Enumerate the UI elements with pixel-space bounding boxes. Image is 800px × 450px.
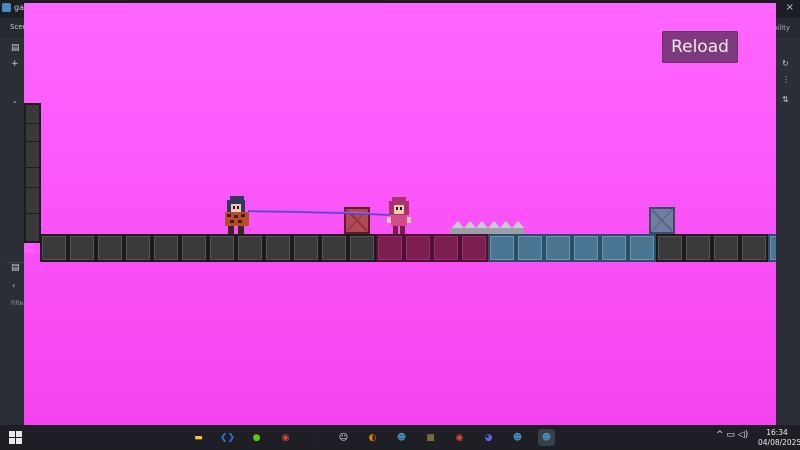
floor-tile-red bbox=[404, 234, 432, 262]
floor-tile-dark bbox=[292, 234, 320, 262]
player-character-pink bbox=[387, 197, 411, 234]
floor-tile-blue bbox=[628, 234, 656, 262]
floor-tiles bbox=[40, 234, 776, 262]
wall-notch bbox=[24, 243, 34, 253]
player-character-dark bbox=[225, 196, 249, 234]
taskbar-app-button[interactable]: ☺ bbox=[335, 429, 352, 446]
floor-tile-dark bbox=[208, 234, 236, 262]
right-dock: ↻ ⋮ ⇅ bbox=[776, 38, 800, 425]
godot-app-icon bbox=[2, 3, 11, 12]
floor-tile-blue bbox=[768, 234, 776, 262]
godot-alt-icon: ☻ bbox=[512, 432, 523, 443]
blue-crate bbox=[649, 207, 675, 234]
reload-button[interactable]: Reload bbox=[662, 31, 738, 63]
left-wall bbox=[24, 103, 41, 243]
duolingo-icon: ● bbox=[252, 432, 261, 443]
taskbar-app-button[interactable]: ● bbox=[248, 429, 265, 446]
app-face-icon: ☺ bbox=[338, 432, 349, 443]
floor-tile-dark bbox=[96, 234, 124, 262]
chevron-down-icon[interactable]: ⌄ bbox=[12, 98, 18, 105]
refresh-icon[interactable]: ↻ bbox=[782, 60, 789, 68]
file-explorer-icon: ▬ bbox=[194, 432, 203, 443]
floor-tile-dark bbox=[180, 234, 208, 262]
floor-tile-red bbox=[432, 234, 460, 262]
minecraft-icon: ■ bbox=[426, 432, 435, 443]
floor-tile-blue bbox=[516, 234, 544, 262]
taskbar-app-button[interactable]: ◉ bbox=[277, 429, 294, 446]
taskbar-app-button[interactable]: ◉ bbox=[451, 429, 468, 446]
floor-tile-red bbox=[376, 234, 404, 262]
floor-tile-red bbox=[460, 234, 488, 262]
godot-game-icon: ☻ bbox=[541, 432, 552, 443]
godot-icon: ☻ bbox=[396, 432, 407, 443]
filter-input[interactable]: Filte bbox=[11, 300, 23, 307]
clock-date[interactable]: 04/08/2025 bbox=[758, 438, 800, 447]
floor-tile-dark bbox=[236, 234, 264, 262]
floor-tile-dark bbox=[152, 234, 180, 262]
taskbar-app-button[interactable]: ◕ bbox=[480, 429, 497, 446]
chrome-icon: ◉ bbox=[281, 432, 290, 443]
system-tray[interactable]: ^ ▭ ◁) bbox=[716, 430, 748, 440]
floor-tile-dark bbox=[656, 234, 684, 262]
taskbar-app-button[interactable]: ☻ bbox=[538, 429, 555, 446]
folder-icon[interactable]: ▤ bbox=[11, 44, 20, 53]
taskbar-app-button[interactable]: ◎ bbox=[306, 429, 323, 446]
floor-tile-blue bbox=[572, 234, 600, 262]
windows-start-icon[interactable] bbox=[9, 431, 22, 444]
discord-icon: ◕ bbox=[484, 432, 493, 443]
add-node-icon[interactable]: + bbox=[11, 60, 19, 69]
filesystem-icon[interactable]: ▤ bbox=[11, 264, 20, 273]
obs-icon: ◎ bbox=[310, 432, 319, 443]
floor-tile-dark bbox=[40, 234, 68, 262]
chevron-left-icon[interactable]: ‹ bbox=[12, 282, 15, 290]
floor-tile-dark bbox=[124, 234, 152, 262]
vscode-icon: ❮❯ bbox=[219, 432, 236, 443]
sort-icon[interactable]: ⇅ bbox=[782, 96, 789, 104]
left-dock: ▤ + ⌄ ▤ ‹ bbox=[0, 38, 24, 425]
spike-hazard bbox=[450, 221, 524, 234]
floor-tile-dark bbox=[264, 234, 292, 262]
chrome-alt-icon: ◉ bbox=[455, 432, 464, 443]
taskbar-app-button[interactable]: ▬ bbox=[190, 429, 207, 446]
floor-tile-dark bbox=[740, 234, 768, 262]
lock-icon[interactable]: ⋮ bbox=[782, 76, 790, 84]
taskbar-app-button[interactable]: ☻ bbox=[509, 429, 526, 446]
floor-tile-dark bbox=[348, 234, 376, 262]
floor-tile-dark bbox=[68, 234, 96, 262]
floor-tile-blue bbox=[544, 234, 572, 262]
taskbar-app-button[interactable]: ☻ bbox=[393, 429, 410, 446]
editor-close-icon[interactable]: × bbox=[786, 2, 794, 13]
game-viewport: Reload bbox=[24, 3, 776, 425]
dock-separator bbox=[6, 262, 24, 263]
windows-taskbar: ▬ ❮❯ ● ◉ ◎ ☺ ◐ ☻ ■ ◉ ◕ ☻ ☻ ^ ▭ ◁) 16:34 04/08/2025 bbox=[0, 425, 800, 450]
floor-tile-dark bbox=[712, 234, 740, 262]
floor-tile-blue bbox=[488, 234, 516, 262]
clock-time[interactable]: 16:34 bbox=[758, 428, 796, 437]
taskbar-app-button[interactable]: ❮❯ bbox=[219, 429, 236, 446]
floor-tile-dark bbox=[684, 234, 712, 262]
taskbar-app-button[interactable]: ■ bbox=[422, 429, 439, 446]
red-crate bbox=[344, 207, 370, 234]
floor-tile-blue bbox=[600, 234, 628, 262]
taskbar-app-button[interactable]: ◐ bbox=[364, 429, 381, 446]
blender-icon: ◐ bbox=[368, 432, 377, 443]
floor-tile-dark bbox=[320, 234, 348, 262]
